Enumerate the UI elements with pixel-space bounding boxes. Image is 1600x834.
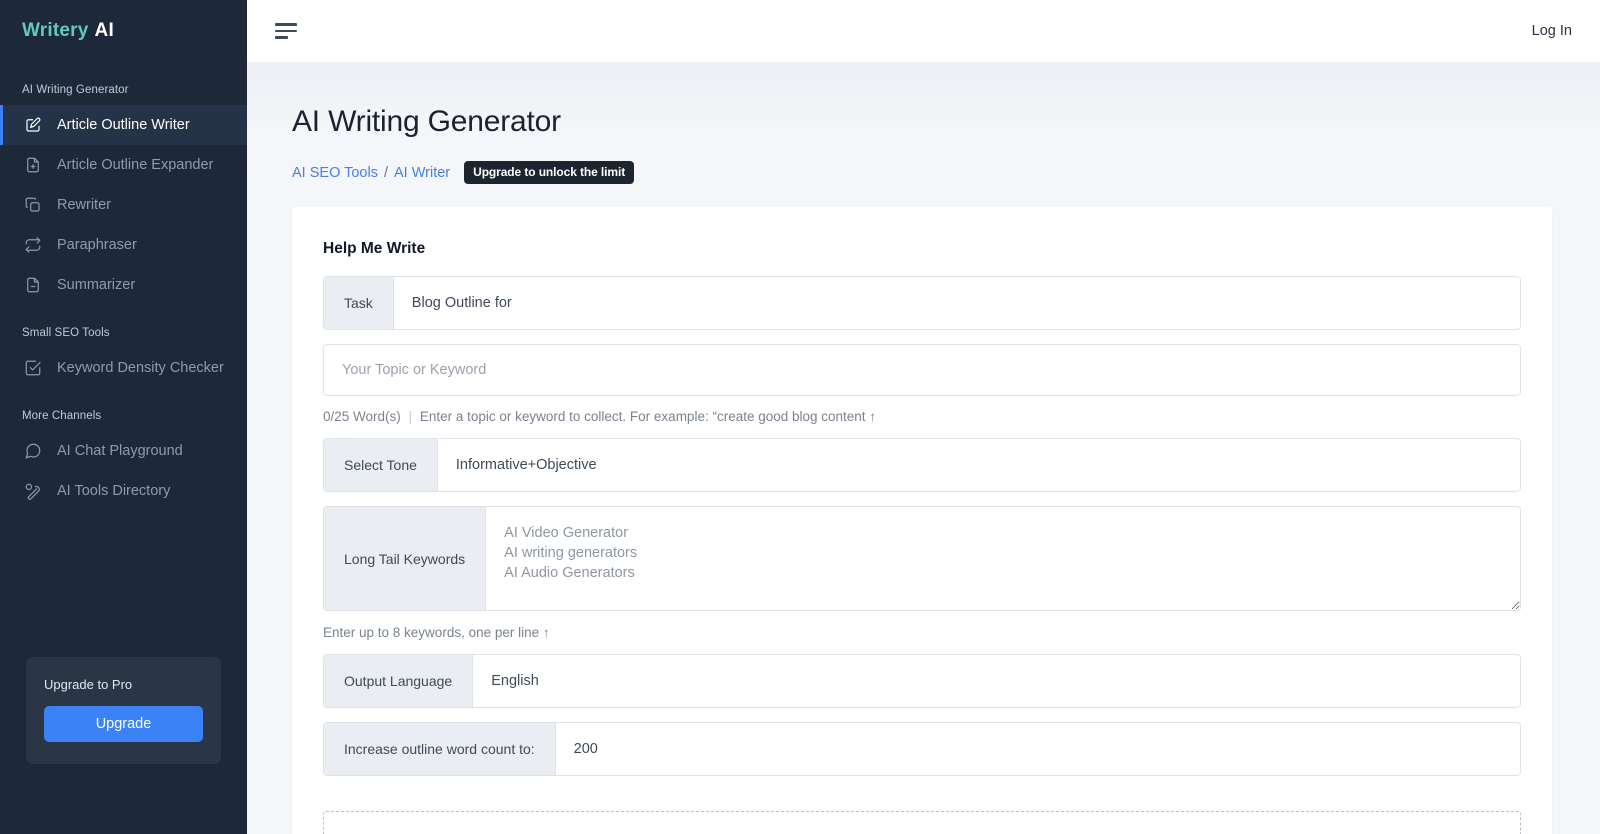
- sidebar-item-paraphraser[interactable]: Paraphraser: [0, 225, 247, 265]
- select-tone-label: Select Tone: [324, 439, 438, 491]
- long-tail-keywords-field-group: Long Tail Keywords AI Video Generator AI…: [323, 506, 1521, 611]
- hint-divider: |: [409, 409, 413, 424]
- sidebar-item-label: Rewriter: [57, 198, 111, 213]
- breadcrumb-link-ai-writer[interactable]: AI Writer: [394, 165, 450, 181]
- sidebar-item-ai-tools-directory[interactable]: AI Tools Directory: [0, 471, 247, 511]
- login-link[interactable]: Log In: [1532, 23, 1572, 39]
- task-label: Task: [324, 277, 394, 329]
- upgrade-to-pro-card: Upgrade to Pro Upgrade: [26, 657, 221, 764]
- hamburger-line: [275, 23, 297, 26]
- check-square-icon: [24, 359, 42, 377]
- output-language-field-group: Output Language: [323, 654, 1521, 708]
- topic-word-counter: 0/25 Word(s): [323, 409, 401, 424]
- word-count-label: Increase outline word count to:: [324, 723, 556, 775]
- copy-icon: [24, 196, 42, 214]
- sidebar-item-keyword-density-checker[interactable]: Keyword Density Checker: [0, 348, 247, 388]
- upgrade-limit-badge[interactable]: Upgrade to unlock the limit: [464, 161, 634, 184]
- upgrade-card-title: Upgrade to Pro: [44, 677, 203, 692]
- sidebar-item-rewriter[interactable]: Rewriter: [0, 185, 247, 225]
- upgrade-button[interactable]: Upgrade: [44, 706, 203, 742]
- sidebar-item-label: Keyword Density Checker: [57, 361, 224, 376]
- hamburger-line: [275, 36, 288, 39]
- word-count-input[interactable]: [556, 723, 1520, 775]
- help-me-write-card: Help Me Write Task 0/25 Word(s) | Enter …: [292, 207, 1552, 834]
- hamburger-icon[interactable]: [275, 19, 297, 43]
- sidebar-spacer: [0, 511, 247, 657]
- top-bar: Log In: [247, 0, 1600, 62]
- keywords-textarea-wrap: AI Video Generator AI writing generators…: [486, 507, 1520, 610]
- sidebar-item-ai-chat-playground[interactable]: AI Chat Playground: [0, 431, 247, 471]
- sidebar-section-label-more-channels: More Channels: [0, 410, 247, 422]
- long-tail-keywords-label: Long Tail Keywords: [324, 507, 486, 610]
- keywords-hint: Enter up to 8 keywords, one per line ↑: [323, 625, 1521, 640]
- long-tail-keywords-textarea[interactable]: AI Video Generator AI writing generators…: [486, 507, 1520, 610]
- app-root: Writery AI AI Writing Generator Article O…: [0, 0, 1600, 834]
- page-title: AI Writing Generator: [292, 62, 1552, 139]
- sidebar-item-article-outline-writer[interactable]: Article Outline Writer: [0, 105, 247, 145]
- word-count-field-group: Increase outline word count to:: [323, 722, 1521, 776]
- sidebar-section-label-small-seo-tools: Small SEO Tools: [0, 327, 247, 339]
- sidebar-item-label: Article Outline Writer: [57, 118, 190, 133]
- sidebar-item-summarizer[interactable]: Summarizer: [0, 265, 247, 305]
- pencil-square-icon: [24, 116, 42, 134]
- chat-bubble-icon: [24, 442, 42, 460]
- sidebar-item-label: Summarizer: [57, 278, 135, 293]
- topic-hint-text: Enter a topic or keyword to collect. For…: [420, 409, 876, 424]
- wrench-icon: [24, 482, 42, 500]
- breadcrumb-link-ai-seo-tools[interactable]: AI SEO Tools: [292, 165, 378, 181]
- placeholder-dashed-box[interactable]: [323, 811, 1521, 834]
- sidebar: Writery AI AI Writing Generator Article O…: [0, 0, 247, 834]
- task-input[interactable]: [394, 277, 1520, 329]
- file-plus-icon: [24, 156, 42, 174]
- sidebar-item-label: AI Chat Playground: [57, 444, 183, 459]
- tone-field-group: Select Tone: [323, 438, 1521, 492]
- sidebar-item-label: Article Outline Expander: [57, 158, 213, 173]
- output-language-label: Output Language: [324, 655, 473, 707]
- sidebar-item-article-outline-expander[interactable]: Article Outline Expander: [0, 145, 247, 185]
- hamburger-line: [275, 30, 297, 33]
- breadcrumb: AI SEO Tools / AI Writer Upgrade to unlo…: [292, 161, 1552, 184]
- sidebar-item-label: Paraphraser: [57, 238, 137, 253]
- sidebar-item-label: AI Tools Directory: [57, 484, 170, 499]
- file-minus-icon: [24, 276, 42, 294]
- repeat-icon: [24, 236, 42, 254]
- card-heading: Help Me Write: [323, 240, 1521, 258]
- topic-hint: 0/25 Word(s) | Enter a topic or keyword …: [323, 409, 1521, 424]
- brand-name-secondary: AI: [95, 20, 114, 42]
- main-content: Log In AI Writing Generator AI SEO Tools…: [247, 0, 1600, 834]
- select-tone-input[interactable]: [438, 439, 1520, 491]
- brand-name-primary: Writery: [22, 20, 89, 42]
- brand-logo[interactable]: Writery AI: [0, 0, 247, 62]
- sidebar-section-label-ai-writing-generator: AI Writing Generator: [0, 84, 247, 96]
- topic-input[interactable]: [323, 344, 1521, 396]
- page-scroll-area: AI Writing Generator AI SEO Tools / AI W…: [247, 62, 1600, 834]
- output-language-input[interactable]: [473, 655, 1520, 707]
- breadcrumb-separator: /: [384, 165, 388, 181]
- task-field-group: Task: [323, 276, 1521, 330]
